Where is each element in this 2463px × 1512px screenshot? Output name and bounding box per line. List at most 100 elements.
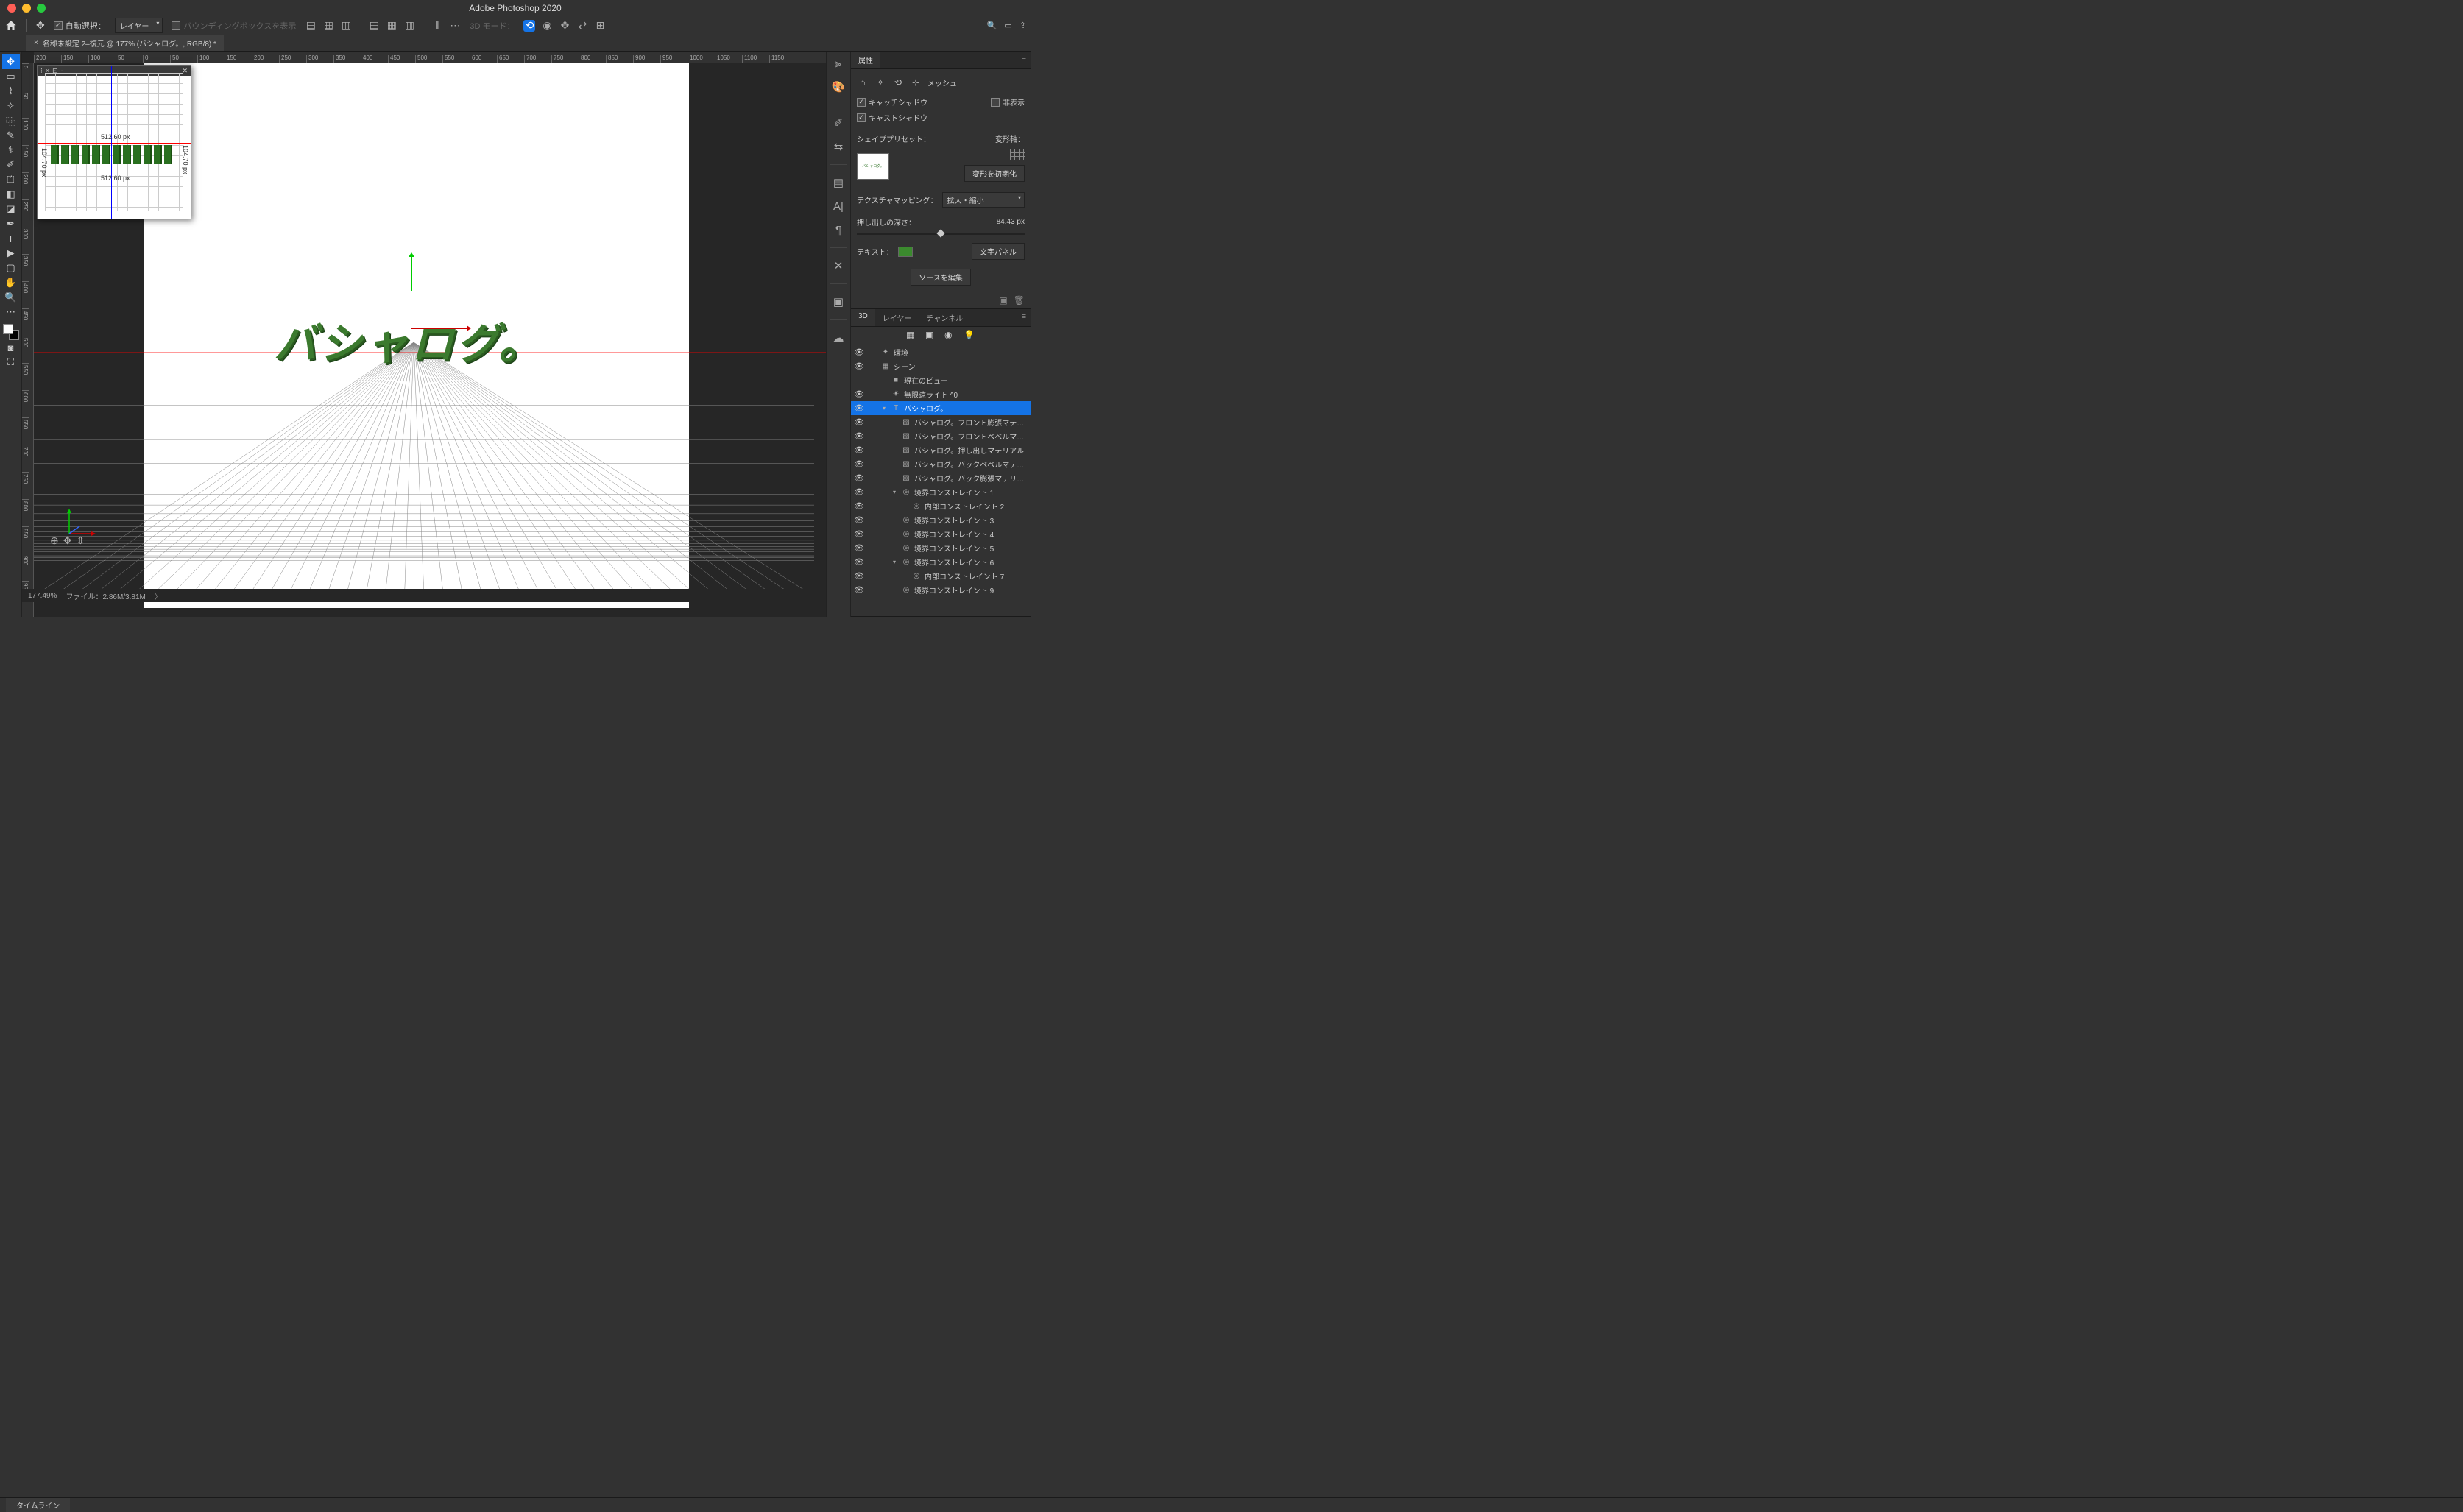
panel-menu-icon[interactable]: ≡ <box>1017 309 1031 326</box>
layers-icon[interactable]: ▤ <box>831 175 846 190</box>
tree-row[interactable]: 👁▨バシャログ。バックベベルマテリアル <box>851 457 1031 471</box>
tree-row[interactable]: 👁✦環境 <box>851 345 1031 359</box>
orbit-nav-icon[interactable]: ⊕ <box>50 534 59 547</box>
orbit-icon[interactable]: ⟲ <box>523 20 535 32</box>
visibility-icon[interactable]: 👁 <box>854 361 864 371</box>
tree-row[interactable]: 👁◎境界コンストレイント 3 <box>851 513 1031 527</box>
search-icon[interactable]: 🔍 <box>987 21 997 30</box>
char-panel-button[interactable]: 文字パネル <box>972 243 1025 260</box>
more-icon[interactable]: ⋯ <box>449 20 461 32</box>
distribute-icon[interactable]: ⫴ <box>431 20 443 32</box>
layers-tab[interactable]: レイヤー <box>875 309 919 326</box>
wand-tool[interactable]: ✧ <box>2 99 20 113</box>
type-tool[interactable]: T <box>2 231 20 246</box>
timeline-tab-label[interactable]: タイムライン <box>6 1498 70 1512</box>
extrude-depth-slider[interactable] <box>857 233 1025 235</box>
libraries-icon[interactable]: ▣ <box>831 294 846 309</box>
close-tab-icon[interactable]: × <box>34 39 38 47</box>
screen-mode[interactable]: ⛶ <box>2 355 20 370</box>
stamp-tool[interactable]: ⏍ <box>2 172 20 187</box>
bounding-box-checkbox[interactable]: バウンディングボックスを表示 <box>172 20 296 32</box>
hide-checkbox[interactable]: 非表示 <box>991 96 1025 107</box>
mini-axis-gizmo[interactable] <box>62 504 99 543</box>
tree-row[interactable]: 👁◎境界コンストレイント 9 <box>851 583 1031 597</box>
color-icon[interactable]: 🎨 <box>831 80 846 94</box>
tree-row[interactable]: 👁▨バシャログ。フロント膨張マテリアル <box>851 415 1031 429</box>
tree-row[interactable]: 👁☀無限遠ライト ^0 <box>851 387 1031 401</box>
align-bottom-icon[interactable]: ▥ <box>403 20 415 32</box>
deform-axis-grid[interactable] <box>1010 149 1025 160</box>
auto-select-checkbox[interactable]: ✓自動選択： <box>54 20 106 32</box>
auto-select-dropdown[interactable]: レイヤー <box>115 18 163 33</box>
pan-icon[interactable]: ✥ <box>559 20 570 32</box>
tree-row[interactable]: 👁▾◎境界コンストレイント 6 <box>851 555 1031 569</box>
tree-row[interactable]: 👁▨バシャログ。押し出しマテリアル <box>851 443 1031 457</box>
tree-row[interactable]: 👁◎境界コンストレイント 5 <box>851 541 1031 555</box>
catch-shadow-checkbox[interactable]: ✓キャッチシャドウ <box>857 96 927 107</box>
y-axis[interactable] <box>411 254 412 291</box>
tree-row[interactable]: ■現在のビュー <box>851 373 1031 387</box>
deform-mode-icon[interactable]: ✧ <box>874 77 886 88</box>
share-icon[interactable]: ⇪ <box>1020 21 1026 30</box>
3d-text[interactable]: バシャログ。 <box>274 309 544 371</box>
tree-row[interactable]: 👁▾◎境界コンストレイント 1 <box>851 485 1031 499</box>
toggle-icon[interactable]: ▾ <box>880 405 888 411</box>
canvas-area[interactable]: 2001501005005010015020025030035040045050… <box>22 52 826 617</box>
align-hcenter-icon[interactable]: ▦ <box>322 20 334 32</box>
ruler-horizontal[interactable]: 2001501005005010015020025030035040045050… <box>34 52 826 63</box>
workspace-icon[interactable]: ▭ <box>1004 21 1011 30</box>
color-swatches[interactable] <box>3 324 19 340</box>
pen-tool[interactable]: ✒ <box>2 216 20 231</box>
visibility-icon[interactable]: 👁 <box>854 515 864 525</box>
visibility-icon[interactable]: 👁 <box>854 389 864 399</box>
cloud-icon[interactable]: ☁ <box>831 331 846 345</box>
fg-color[interactable] <box>3 324 13 334</box>
tree-row[interactable]: 👁◎内部コンストレイント 2 <box>851 499 1031 513</box>
navigator-overlay[interactable]: ⁝ × ⊡ - ✕ 512.60 px 512.60 px 104.70 px … <box>37 65 191 219</box>
toggle-icon[interactable]: ▾ <box>891 559 898 565</box>
align-left-icon[interactable]: ▤ <box>305 20 317 32</box>
hand-tool[interactable]: ✋ <box>2 275 20 290</box>
zoom-icon[interactable]: ⊞ <box>594 20 606 32</box>
gradient-tool[interactable]: ◪ <box>2 202 20 216</box>
visibility-icon[interactable]: 👁 <box>854 473 864 483</box>
visibility-icon[interactable]: 👁 <box>854 529 864 539</box>
panel-menu-icon[interactable]: ≡ <box>1017 52 1031 68</box>
shape-preset-thumb[interactable]: バシャログ。 <box>857 153 889 180</box>
tree-row[interactable]: 👁▦シーン <box>851 359 1031 373</box>
ruler-vertical[interactable]: 0501001502002503003504004505005506006507… <box>22 63 34 617</box>
marquee-tool[interactable]: ▭ <box>2 69 20 84</box>
quick-mask[interactable]: ◙ <box>2 340 20 355</box>
extrude-depth-value[interactable]: 84.43 px <box>997 218 1025 226</box>
paragraph-icon[interactable]: ¶ <box>831 222 846 237</box>
maximize-window[interactable] <box>37 4 46 13</box>
toggle-icon[interactable]: ▾ <box>891 489 898 495</box>
tree-row[interactable]: 👁◎内部コンストレイント 7 <box>851 569 1031 583</box>
align-right-icon[interactable]: ▥ <box>340 20 352 32</box>
path-select-tool[interactable]: ▶ <box>2 246 20 261</box>
edit-toolbar[interactable]: ⋯ <box>2 305 20 319</box>
roll-icon[interactable]: ◉ <box>541 20 553 32</box>
texture-mapping-select[interactable]: 拡大・縮小 <box>942 192 1025 208</box>
visibility-icon[interactable]: 👁 <box>854 431 864 441</box>
tree-row[interactable]: 👁▨バシャログ。フロントベベルマテリアル <box>851 429 1031 443</box>
edit-source-button[interactable]: ソースを編集 <box>911 269 971 286</box>
reset-deform-button[interactable]: 変形を初期化 <box>964 165 1025 182</box>
brush-panel-icon[interactable]: ✐ <box>831 116 846 130</box>
crop-tool[interactable]: ⿻ <box>2 113 20 128</box>
tree-row[interactable]: 👁▨バシャログ。バック膨張マテリアル <box>851 471 1031 485</box>
close-window[interactable] <box>7 4 16 13</box>
minimize-window[interactable] <box>22 4 31 13</box>
align-top-icon[interactable]: ▤ <box>368 20 380 32</box>
cast-shadow-checkbox[interactable]: ✓キャストシャドウ <box>857 112 927 123</box>
slide-icon[interactable]: ⇄ <box>576 20 588 32</box>
visibility-icon[interactable]: 👁 <box>854 543 864 553</box>
visibility-icon[interactable]: 👁 <box>854 487 864 497</box>
document-tab[interactable]: × 名称未設定 2–復元 @ 177% (バシャログ。, RGB/8) * <box>26 35 224 51</box>
visibility-icon[interactable]: 👁 <box>854 557 864 567</box>
coord-mode-icon[interactable]: ⊹ <box>910 77 922 88</box>
healing-tool[interactable]: ⚕ <box>2 143 20 158</box>
filter-light-icon[interactable]: 💡 <box>964 330 975 342</box>
channels-tab[interactable]: チャンネル <box>919 309 971 326</box>
zoom-level[interactable]: 177.49% <box>28 592 57 600</box>
